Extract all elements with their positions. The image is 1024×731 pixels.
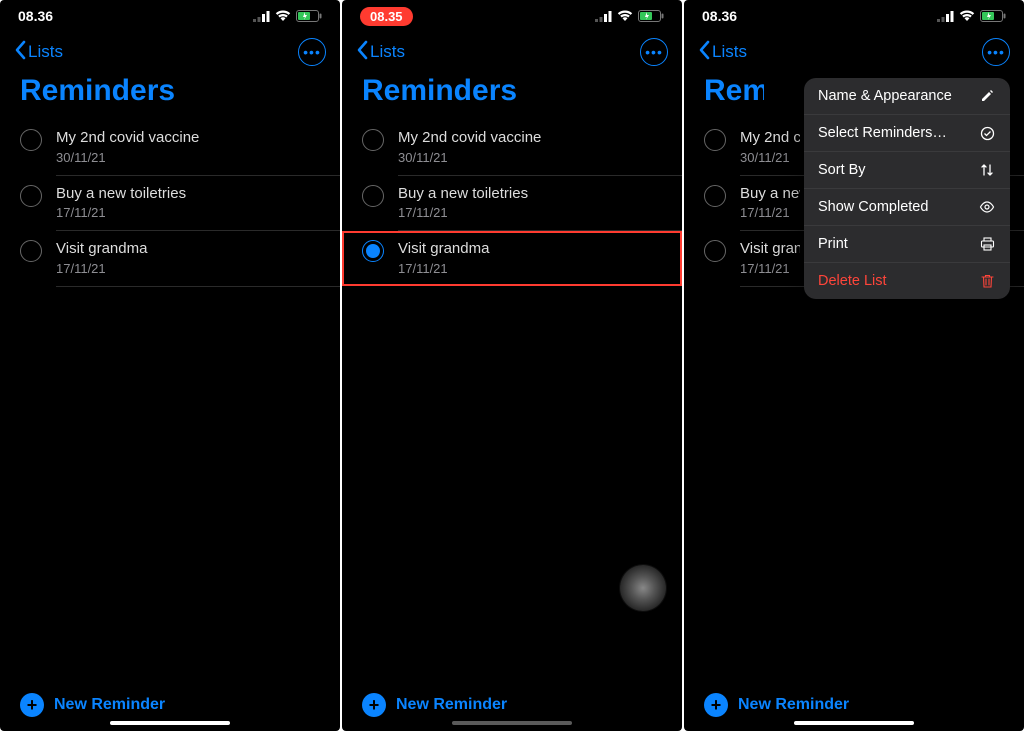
back-button[interactable]: Lists: [356, 40, 405, 65]
menu-label: Select Reminders…: [818, 125, 947, 141]
complete-toggle[interactable]: [20, 129, 42, 151]
complete-toggle[interactable]: [20, 240, 42, 262]
menu-print[interactable]: Print: [804, 226, 1010, 263]
back-button[interactable]: Lists: [698, 40, 747, 65]
menu-label: Print: [818, 236, 848, 252]
reminder-date: 17/11/21: [56, 261, 324, 276]
trash-icon: [978, 274, 996, 289]
menu-label: Sort By: [818, 162, 866, 178]
reminder-title: My 2nd covid vaccine: [398, 128, 666, 148]
cellular-signal-icon: [595, 11, 612, 22]
ellipsis-icon: •••: [987, 45, 1005, 59]
menu-label: Name & Appearance: [818, 88, 952, 104]
page-title: Reminders: [342, 72, 682, 120]
more-button[interactable]: •••: [298, 38, 326, 66]
reminder-item[interactable]: My 2nd covid vaccine 30/11/21: [20, 120, 340, 176]
reminders-list: My 2nd covid vaccine 30/11/21 Buy a new …: [0, 120, 340, 679]
menu-label: Delete List: [818, 273, 887, 289]
complete-toggle[interactable]: [362, 185, 384, 207]
complete-toggle[interactable]: [362, 129, 384, 151]
phone-screenshot-2: 08.35 Lists ••• Reminders My 2nd covid v…: [342, 0, 682, 731]
nav-bar: Lists •••: [684, 32, 1024, 72]
more-button[interactable]: •••: [982, 38, 1010, 66]
complete-toggle[interactable]: [704, 129, 726, 151]
recording-time-pill[interactable]: 08.35: [360, 7, 413, 26]
ellipsis-icon: •••: [645, 45, 663, 59]
new-reminder-label: New Reminder: [396, 696, 507, 714]
cellular-signal-icon: [253, 11, 270, 22]
back-label: Lists: [370, 42, 405, 62]
status-bar: 08.36: [684, 0, 1024, 32]
reminder-title: Buy a new toiletries: [56, 184, 324, 204]
reminder-item[interactable]: Visit grandma 17/11/21: [20, 231, 340, 287]
sort-arrows-icon: [978, 163, 996, 177]
ellipsis-icon: •••: [303, 45, 321, 59]
nav-bar: Lists •••: [0, 32, 340, 72]
status-bar: 08.36: [0, 0, 340, 32]
phone-screenshot-1: 08.36 Lists ••• Reminders My 2nd covid v…: [0, 0, 340, 731]
menu-label: Show Completed: [818, 199, 928, 215]
reminder-title: Visit grandma: [398, 239, 662, 259]
back-label: Lists: [712, 42, 747, 62]
menu-select-reminders[interactable]: Select Reminders…: [804, 115, 1010, 152]
home-indicator[interactable]: [794, 721, 914, 725]
status-time: 08.36: [702, 8, 737, 24]
wifi-icon: [617, 10, 633, 22]
more-button[interactable]: •••: [640, 38, 668, 66]
new-reminder-label: New Reminder: [54, 696, 165, 714]
menu-sort-by[interactable]: Sort By: [804, 152, 1010, 189]
assistive-touch-button[interactable]: [620, 565, 666, 611]
plus-icon: +: [20, 693, 44, 717]
complete-toggle[interactable]: [704, 185, 726, 207]
menu-show-completed[interactable]: Show Completed: [804, 189, 1010, 226]
reminder-date: 17/11/21: [398, 261, 662, 276]
chevron-left-icon: [698, 40, 710, 65]
reminder-title: Buy a new toiletries: [740, 184, 800, 204]
reminder-title: Visit grandma: [740, 239, 800, 259]
home-indicator[interactable]: [110, 721, 230, 725]
reminder-date: 17/11/21: [398, 205, 666, 220]
menu-delete-list[interactable]: Delete List: [804, 263, 1010, 299]
reminder-title: Buy a new toiletries: [398, 184, 666, 204]
battery-icon: [980, 10, 1006, 22]
complete-toggle-selected[interactable]: [362, 240, 384, 262]
reminder-item[interactable]: My 2nd covid vaccine 30/11/21: [362, 120, 682, 176]
chevron-left-icon: [14, 40, 26, 65]
wifi-icon: [275, 10, 291, 22]
back-label: Lists: [28, 42, 63, 62]
status-time: 08.36: [18, 8, 53, 24]
page-title: Reminders: [684, 72, 764, 120]
reminder-title: Visit grandma: [56, 239, 324, 259]
pencil-icon: [978, 89, 996, 103]
status-bar: 08.35: [342, 0, 682, 32]
nav-bar: Lists •••: [342, 32, 682, 72]
plus-icon: +: [704, 693, 728, 717]
reminder-item[interactable]: Buy a new toiletries 17/11/21: [362, 176, 682, 232]
context-menu: Name & Appearance Select Reminders… Sort…: [804, 78, 1010, 299]
back-button[interactable]: Lists: [14, 40, 63, 65]
reminder-date: 30/11/21: [398, 150, 666, 165]
chevron-left-icon: [356, 40, 368, 65]
reminder-item[interactable]: Buy a new toiletries 17/11/21: [20, 176, 340, 232]
printer-icon: [978, 237, 996, 251]
page-title: Reminders: [0, 72, 340, 120]
complete-toggle[interactable]: [704, 240, 726, 262]
new-reminder-label: New Reminder: [738, 696, 849, 714]
eye-icon: [978, 201, 996, 213]
home-indicator[interactable]: [452, 721, 572, 725]
phone-screenshot-3: 08.36 Lists ••• Reminders My 2nd covid v…: [684, 0, 1024, 731]
cellular-signal-icon: [937, 11, 954, 22]
reminder-date: 30/11/21: [56, 150, 324, 165]
wifi-icon: [959, 10, 975, 22]
menu-name-appearance[interactable]: Name & Appearance: [804, 78, 1010, 115]
reminder-item-highlighted[interactable]: Visit grandma 17/11/21: [342, 231, 682, 286]
checkmark-circle-icon: [978, 126, 996, 141]
complete-toggle[interactable]: [20, 185, 42, 207]
reminder-title: My 2nd covid vaccine: [740, 128, 800, 148]
reminder-date: 17/11/21: [56, 205, 324, 220]
battery-icon: [638, 10, 664, 22]
battery-icon: [296, 10, 322, 22]
plus-icon: +: [362, 693, 386, 717]
reminder-title: My 2nd covid vaccine: [56, 128, 324, 148]
